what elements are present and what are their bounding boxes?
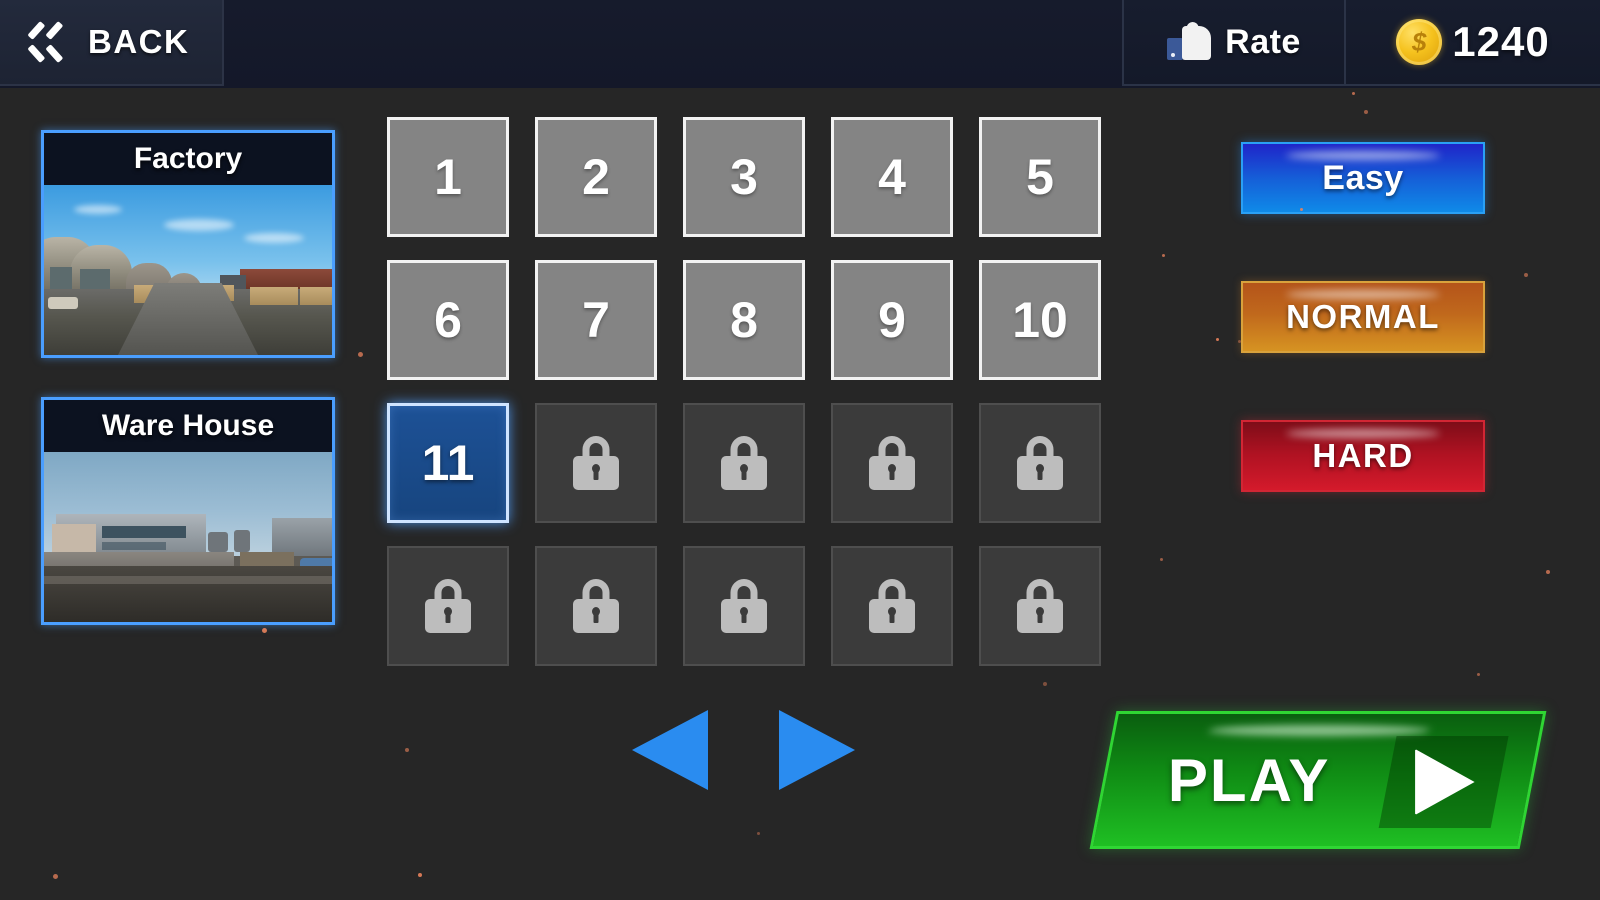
dust-particle [757, 832, 760, 835]
level-tile-12[interactable] [535, 403, 657, 523]
level-tile-label: 11 [421, 435, 475, 491]
level-tile-label: 6 [434, 292, 462, 348]
lock-icon [869, 436, 915, 490]
dust-particle [405, 748, 409, 752]
dust-particle [1216, 338, 1219, 341]
lock-icon [721, 436, 767, 490]
level-tile-label: 10 [1012, 292, 1068, 348]
map-title-factory: Factory [44, 133, 332, 185]
level-tile-10[interactable]: 10 [979, 260, 1101, 380]
level-tile-9[interactable]: 9 [831, 260, 953, 380]
lock-icon [1017, 579, 1063, 633]
level-tile-7[interactable]: 7 [535, 260, 657, 380]
coin-amount-label: 1240 [1452, 18, 1550, 65]
dust-particle [1352, 92, 1355, 95]
dust-particle [1160, 558, 1163, 561]
level-tile-16[interactable] [387, 546, 509, 666]
dust-particle [262, 628, 267, 633]
level-tile-11[interactable]: 11 [387, 403, 509, 523]
dust-particle [418, 873, 422, 877]
difficulty-label-easy: Easy [1322, 158, 1404, 197]
level-tile-label: 5 [1026, 149, 1054, 205]
triangle-left-icon [632, 710, 708, 790]
level-tile-13[interactable] [683, 403, 805, 523]
level-grid: 1 2 3 4 5 6 7 8 9 10 11 [387, 117, 1101, 666]
map-thumbnail-warehouse [44, 452, 332, 622]
difficulty-button-hard[interactable]: HARD [1241, 420, 1485, 492]
level-tile-label: 9 [878, 292, 906, 348]
level-tile-20[interactable] [979, 546, 1101, 666]
difficulty-button-normal[interactable]: NORMAL [1241, 281, 1485, 353]
map-card-factory[interactable]: Factory [41, 130, 335, 358]
lock-icon [721, 579, 767, 633]
level-tile-1[interactable]: 1 [387, 117, 509, 237]
rate-button-label: Rate [1225, 22, 1301, 61]
dust-particle [358, 352, 363, 357]
top-bar: BACK Rate $ 1240 [0, 0, 1600, 88]
level-tile-label: 8 [730, 292, 758, 348]
dust-particle [1364, 110, 1368, 114]
back-button[interactable]: BACK [0, 0, 224, 86]
coin-icon: $ [1396, 19, 1443, 65]
lock-icon [869, 579, 915, 633]
level-tile-3[interactable]: 3 [683, 117, 805, 237]
level-tile-label: 4 [878, 149, 906, 205]
rate-button[interactable]: Rate [1122, 0, 1344, 86]
thumbs-up-icon [1167, 21, 1212, 62]
lock-icon [573, 579, 619, 633]
back-button-label: BACK [88, 23, 190, 60]
play-button-label: PLAY [1168, 746, 1331, 814]
next-page-button[interactable] [779, 710, 855, 790]
dust-particle [1162, 254, 1165, 257]
triangle-right-icon [779, 710, 855, 790]
dust-particle [1546, 570, 1550, 574]
double-chevron-left-icon [28, 25, 68, 59]
coin-symbol: $ [1412, 26, 1427, 57]
level-tile-4[interactable]: 4 [831, 117, 953, 237]
difficulty-label-hard: HARD [1312, 437, 1414, 474]
lock-icon [1017, 436, 1063, 490]
map-title-warehouse: Ware House [44, 400, 332, 452]
prev-page-button[interactable] [632, 710, 708, 790]
lock-icon [425, 579, 471, 633]
difficulty-button-easy[interactable]: Easy [1241, 142, 1485, 214]
level-tile-5[interactable]: 5 [979, 117, 1101, 237]
level-tile-8[interactable]: 8 [683, 260, 805, 380]
level-tile-2[interactable]: 2 [535, 117, 657, 237]
play-triangle-icon [1413, 749, 1475, 815]
level-tile-label: 2 [582, 149, 610, 205]
level-tile-19[interactable] [831, 546, 953, 666]
button-shine [1207, 725, 1431, 736]
level-tile-label: 1 [434, 149, 462, 205]
level-tile-15[interactable] [979, 403, 1101, 523]
difficulty-label-normal: NORMAL [1286, 298, 1440, 335]
play-button[interactable]: PLAY [1089, 711, 1547, 849]
dust-particle [1477, 673, 1480, 676]
level-tile-17[interactable] [535, 546, 657, 666]
map-card-warehouse[interactable]: Ware House [41, 397, 335, 625]
dust-particle [1524, 273, 1528, 277]
map-thumbnail-factory [44, 185, 332, 355]
coin-balance-panel[interactable]: $ 1240 [1344, 0, 1600, 86]
level-tile-label: 7 [582, 292, 610, 348]
level-tile-14[interactable] [831, 403, 953, 523]
level-tile-label: 3 [730, 149, 758, 205]
dust-particle [53, 874, 58, 879]
lock-icon [573, 436, 619, 490]
level-tile-6[interactable]: 6 [387, 260, 509, 380]
level-tile-18[interactable] [683, 546, 805, 666]
play-icon-container [1378, 736, 1509, 828]
dust-particle [1043, 682, 1047, 686]
